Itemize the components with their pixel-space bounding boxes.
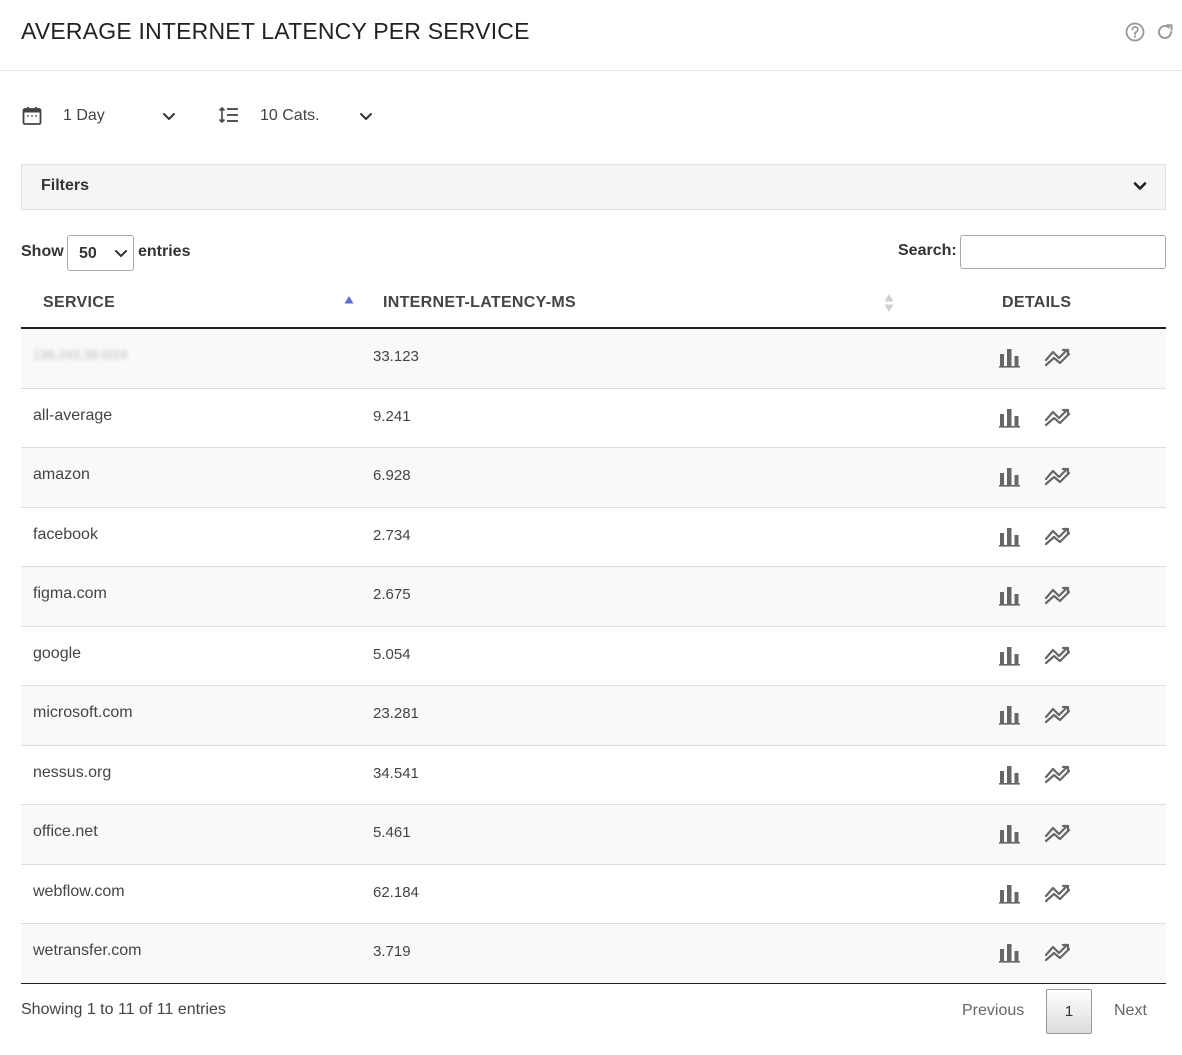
latency-cell: 33.123: [373, 348, 419, 365]
table-row: facebook 2.734: [21, 507, 1166, 567]
table-row: figma.com 2.675: [21, 567, 1166, 627]
bar-chart-icon[interactable]: [999, 406, 1021, 428]
table-row: wetransfer.com 3.719: [21, 924, 1166, 984]
table-row: amazon 6.928: [21, 448, 1166, 508]
filters-label: Filters: [41, 177, 90, 194]
filters-panel-toggle[interactable]: Filters: [21, 164, 1166, 210]
service-cell: nessus.org: [33, 763, 112, 781]
latency-cell: 23.281: [373, 705, 419, 722]
question-circle-icon[interactable]: [1125, 22, 1145, 42]
trend-chart-icon[interactable]: [1044, 763, 1072, 785]
latency-cell: 6.928: [373, 467, 411, 484]
table-row: all-average 9.241: [21, 388, 1166, 448]
page-1-button[interactable]: 1: [1046, 989, 1092, 1034]
latency-cell: 3.719: [373, 943, 411, 960]
refresh-icon[interactable]: [1155, 22, 1175, 42]
column-header-service[interactable]: SERVICE: [43, 294, 115, 312]
page-title: AVERAGE INTERNET LATENCY PER SERVICE: [21, 18, 530, 44]
chevron-down-icon: [358, 108, 374, 124]
next-page-button[interactable]: Next: [1114, 1002, 1147, 1020]
service-cell: facebook: [33, 525, 98, 543]
column-header-latency[interactable]: INTERNET-LATENCY-MS: [383, 294, 576, 312]
bar-chart-icon[interactable]: [999, 584, 1021, 606]
calendar-icon: [21, 105, 43, 127]
bar-chart-icon[interactable]: [999, 346, 1021, 368]
trend-chart-icon[interactable]: [1044, 703, 1072, 725]
table-header: SERVICE INTERNET-LATENCY-MS DETAILS: [21, 283, 1166, 329]
entries-per-page-value: 50: [79, 245, 97, 262]
table-body: 136.243.39.0/24 33.123 all-average 9.241 ama…: [21, 329, 1166, 984]
service-cell: all-average: [33, 406, 113, 424]
trend-chart-icon[interactable]: [1044, 584, 1072, 606]
table-row: google 5.054: [21, 626, 1166, 686]
service-cell: 136.243.39.0/24: [33, 347, 127, 362]
period-value: 1 Day: [63, 107, 105, 124]
table-row: 136.243.39.0/24 33.123: [21, 329, 1166, 389]
sort-both-icon[interactable]: [884, 293, 894, 313]
report-selectors: 1 Day 10 Cats.: [0, 100, 1182, 134]
trend-chart-icon[interactable]: [1044, 644, 1072, 666]
chevron-down-icon: [1131, 177, 1149, 195]
categories-value: 10 Cats.: [260, 107, 320, 124]
search-label: Search:: [898, 242, 957, 259]
service-cell: figma.com: [33, 585, 107, 602]
bar-chart-icon[interactable]: [999, 465, 1021, 487]
service-cell: microsoft.com: [33, 704, 133, 721]
latency-cell: 2.734: [373, 526, 411, 544]
column-header-details: DETAILS: [1002, 294, 1072, 311]
trend-chart-icon[interactable]: [1044, 822, 1072, 844]
previous-page-button[interactable]: Previous: [962, 1002, 1024, 1020]
table-row: nessus.org 34.541: [21, 745, 1166, 805]
chevron-down-icon: [161, 108, 177, 124]
trend-chart-icon[interactable]: [1044, 406, 1072, 428]
service-cell: office.net: [33, 823, 98, 840]
table-row: webflow.com 62.184: [21, 864, 1166, 924]
latency-cell: 5.054: [373, 645, 411, 663]
trend-chart-icon[interactable]: [1044, 346, 1072, 368]
entries-label: entries: [138, 243, 191, 260]
latency-cell: 34.541: [373, 764, 419, 782]
service-cell: wetransfer.com: [33, 942, 142, 959]
bar-chart-icon[interactable]: [999, 525, 1021, 547]
latency-cell: 62.184: [373, 883, 419, 901]
bar-chart-icon[interactable]: [999, 822, 1021, 844]
latency-cell: 2.675: [373, 586, 411, 603]
latency-cell: 5.461: [373, 824, 411, 841]
trend-chart-icon[interactable]: [1044, 525, 1072, 547]
table-row: office.net 5.461: [21, 805, 1166, 865]
service-cell: webflow.com: [33, 882, 125, 900]
chevron-down-icon: [114, 246, 128, 260]
table-row: microsoft.com 23.281: [21, 686, 1166, 746]
trend-chart-icon[interactable]: [1044, 941, 1072, 963]
bar-chart-icon[interactable]: [999, 644, 1021, 666]
table-info: Showing 1 to 11 of 11 entries: [21, 1001, 226, 1018]
sort-list-icon: [218, 105, 240, 127]
bar-chart-icon[interactable]: [999, 882, 1021, 904]
trend-chart-icon[interactable]: [1044, 882, 1072, 904]
search-input[interactable]: [960, 235, 1166, 269]
sort-ascending-icon[interactable]: [344, 292, 354, 304]
period-dropdown[interactable]: 1 Day: [21, 100, 181, 134]
bar-chart-icon[interactable]: [999, 941, 1021, 963]
trend-chart-icon[interactable]: [1044, 465, 1072, 487]
service-cell: google: [33, 644, 82, 662]
bar-chart-icon[interactable]: [999, 763, 1021, 785]
categories-dropdown[interactable]: 10 Cats.: [218, 100, 378, 134]
latency-cell: 9.241: [373, 407, 411, 425]
show-label: Show: [21, 243, 64, 260]
service-cell: amazon: [33, 466, 90, 483]
bar-chart-icon[interactable]: [999, 703, 1021, 725]
page-header: AVERAGE INTERNET LATENCY PER SERVICE: [0, 0, 1182, 71]
entries-per-page-select[interactable]: 50: [67, 235, 134, 271]
